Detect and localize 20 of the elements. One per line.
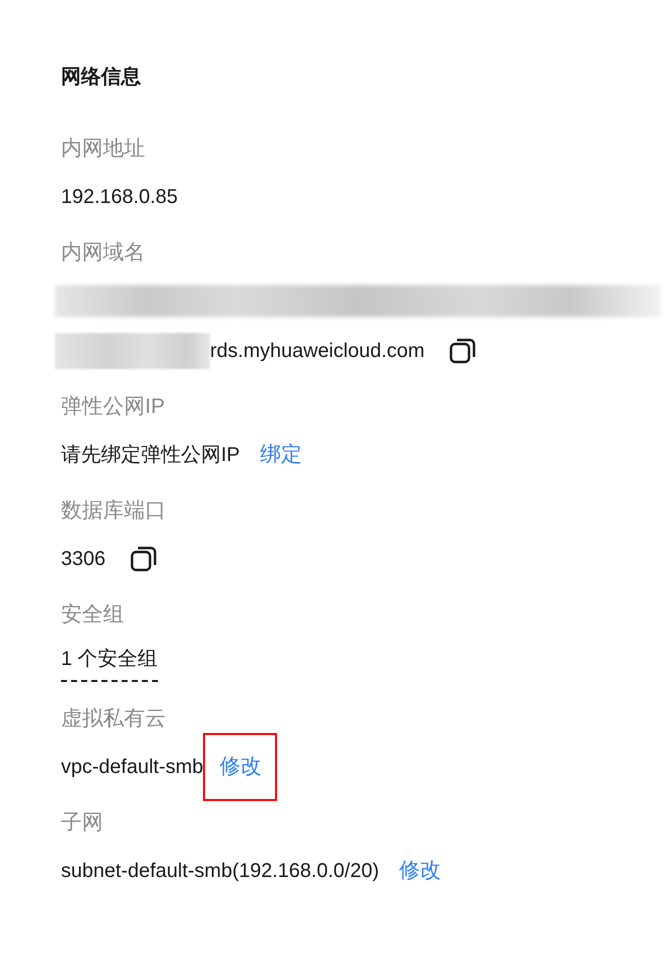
field-label: 弹性公网IP (61, 394, 166, 420)
field-value: vpc-default-smb (61, 755, 204, 780)
field-label: 内网域名 (61, 240, 146, 266)
copy-icon[interactable] (448, 337, 477, 365)
edit-link[interactable]: 绑定 (244, 421, 318, 489)
edit-link[interactable]: 修改 (203, 733, 278, 801)
edit-link[interactable]: 修改 (382, 837, 457, 905)
field-value: 3306 (61, 547, 106, 572)
field-value: rds.myhuaweicloud.com (210, 339, 425, 364)
field-label: 安全组 (61, 602, 125, 628)
field-label: 虚拟私有云 (61, 706, 167, 732)
field-value: 请先绑定弹性公网IP (61, 443, 240, 468)
field-value: 192.168.0.85 (61, 185, 178, 210)
field-value-link[interactable]: 1 个安全组 (61, 644, 158, 682)
section-title: 网络信息 (61, 65, 142, 90)
copy-icon[interactable] (130, 545, 158, 573)
field-label: 数据库端口 (61, 498, 167, 524)
field-label: 子网 (61, 810, 104, 836)
field-label: 内网地址 (61, 136, 146, 162)
field-value: subnet-default-smb(192.168.0.0/20) (61, 859, 379, 884)
